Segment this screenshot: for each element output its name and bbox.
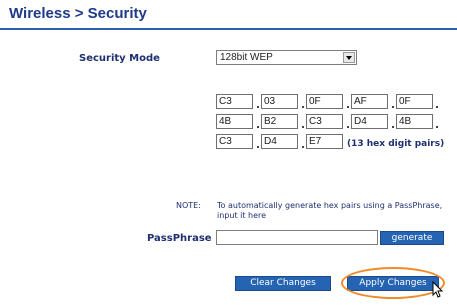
hex-key-field[interactable]: 4B <box>216 114 253 129</box>
hex-separator <box>436 106 438 108</box>
chevron-down-icon[interactable] <box>343 52 355 63</box>
hex-separator <box>302 146 304 148</box>
note-label: NOTE: <box>176 201 201 210</box>
clear-changes-button[interactable]: Clear Changes <box>235 276 331 291</box>
hex-pairs-hint: (13 hex digit pairs) <box>347 139 445 149</box>
hex-key-field[interactable]: 03 <box>261 94 298 109</box>
hex-separator <box>257 126 259 128</box>
hex-separator <box>302 126 304 128</box>
hex-key-field[interactable]: 0F <box>306 94 343 109</box>
hex-key-field[interactable]: 4B <box>396 114 433 129</box>
hex-separator <box>257 106 259 108</box>
hex-key-field[interactable]: AF <box>351 94 388 109</box>
highlight-ring <box>341 267 445 299</box>
header-divider <box>0 28 457 30</box>
hex-separator <box>302 106 304 108</box>
security-mode-label: Security Mode <box>79 53 160 64</box>
hex-separator <box>392 106 394 108</box>
hex-separator <box>392 126 394 128</box>
page-header: Wireless > Security <box>0 0 457 30</box>
hex-key-field[interactable]: C3 <box>216 94 253 109</box>
hex-separator <box>347 106 349 108</box>
hex-separator <box>436 126 438 128</box>
hex-key-field[interactable]: 0F <box>396 94 433 109</box>
security-mode-value: 128bit WEP <box>220 52 273 63</box>
hex-key-field[interactable]: B2 <box>261 114 298 129</box>
hex-key-field[interactable]: C3 <box>216 134 253 149</box>
hex-separator <box>347 126 349 128</box>
hex-key-field[interactable]: C3 <box>306 114 343 129</box>
note-text: To automatically generate hex pairs usin… <box>217 201 443 220</box>
hex-separator <box>257 146 259 148</box>
passphrase-input[interactable] <box>216 230 378 245</box>
security-mode-select[interactable]: 128bit WEP <box>216 50 357 65</box>
page-title: Wireless > Security <box>9 5 147 22</box>
hex-key-field[interactable]: D4 <box>351 114 388 129</box>
generate-button[interactable]: generate <box>380 231 444 245</box>
hex-key-field[interactable]: E7 <box>306 134 343 149</box>
passphrase-label: PassPhrase <box>147 233 212 244</box>
pointer-cursor-icon <box>432 281 444 298</box>
hex-key-field[interactable]: D4 <box>261 134 298 149</box>
